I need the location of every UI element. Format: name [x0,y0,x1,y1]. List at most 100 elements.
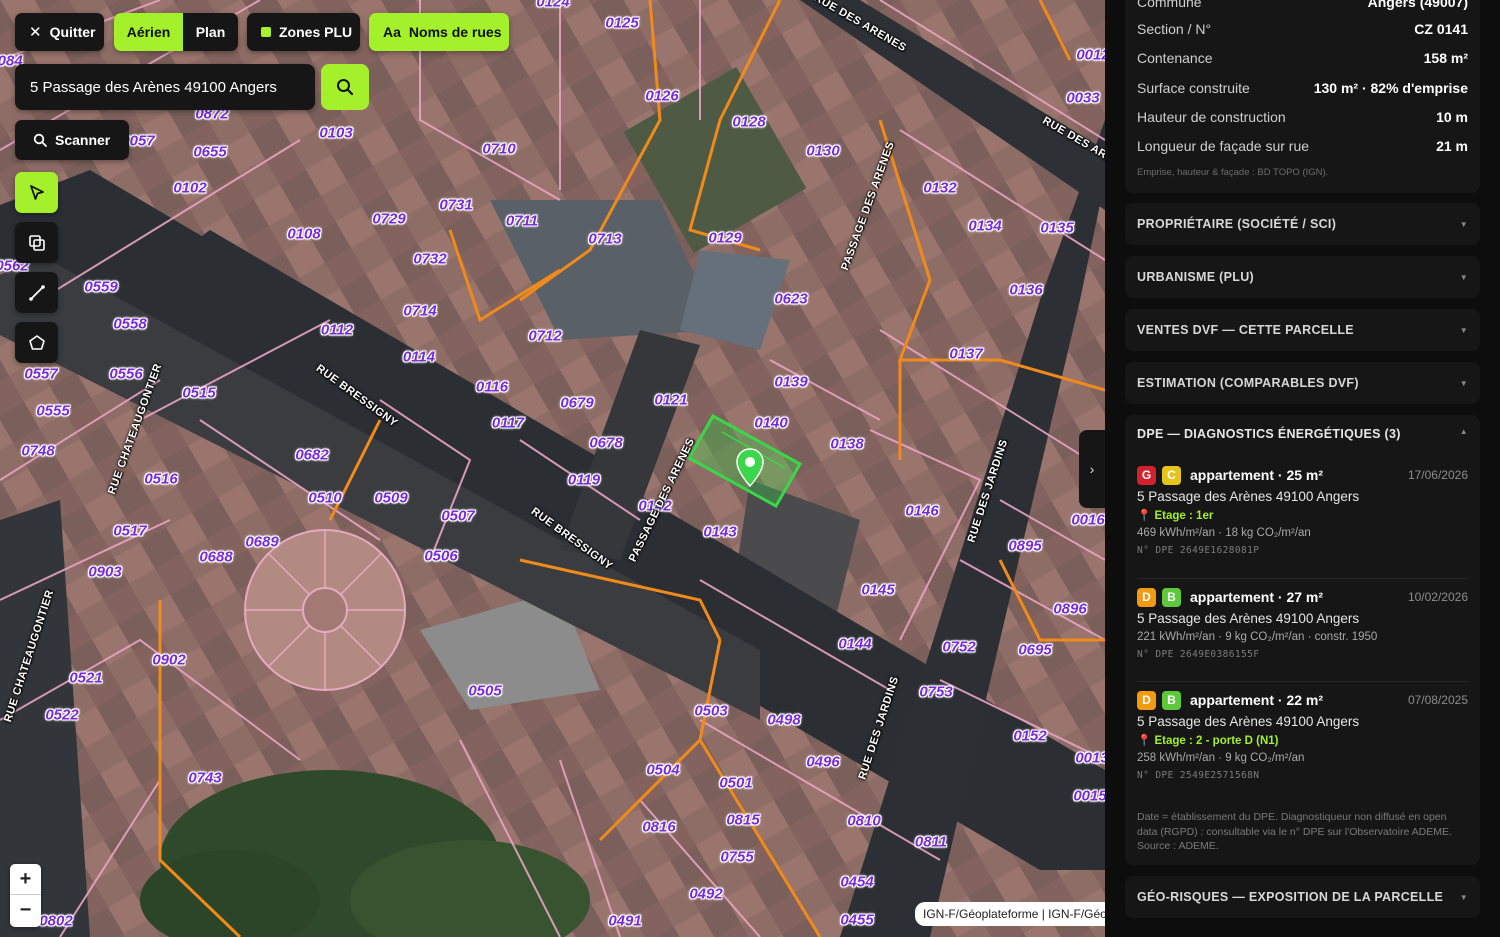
street-names-toggle[interactable]: Aa Noms de rues [369,13,509,51]
close-icon: ✕ [29,24,42,41]
ghg-class-badge: B [1162,690,1181,710]
info-value: 21 m [1436,138,1468,154]
layers-tool-button[interactable] [15,222,58,263]
info-row: Surface construite 130 m² · 82% d'empris… [1137,80,1468,96]
info-row: Contenance 158 m² [1137,50,1468,66]
dpe-entry[interactable]: D B appartement · 27 m² 10/02/2026 5 Pas… [1137,587,1468,660]
info-key: Hauteur de construction [1137,109,1286,125]
info-source-note: Emprise, hauteur & façade : BD TOPO (IGN… [1137,167,1329,178]
polygon-tool-button[interactable] [15,322,58,363]
info-key: Section / N° [1137,21,1212,37]
info-value: Angers (49007) [1367,0,1468,10]
dpe-entry-address: 5 Passage des Arènes 49100 Angers [1137,714,1360,729]
dpe-entry-date: 10/02/2026 [1407,590,1468,604]
section-dvf-sales[interactable]: VENTES DVF — CETTE PARCELLE ▼ [1125,309,1480,351]
ghg-class-badge: C [1162,465,1181,485]
chevron-right-icon: › [1089,461,1095,477]
map-attribution[interactable]: IGN-F/Géoplateforme | IGN-F/Géo [915,902,1105,926]
info-row: Commune Angers (49007) [1137,0,1468,10]
chevron-down-icon: ▼ [1459,219,1468,229]
quit-button[interactable]: ✕ Quitter [15,13,104,51]
chevron-down-icon: ▼ [1459,272,1468,282]
address-search-input[interactable]: 5 Passage des Arènes 49100 Angers [15,64,315,110]
info-row: Longueur de façade sur rue 21 m [1137,138,1468,154]
view-aerial-button[interactable]: Aérien [114,13,183,51]
dpe-entry-number: N° DPE 2549E2571568N [1137,770,1260,781]
divider [1137,578,1468,579]
dpe-entry-floor: 📍 Etage : 2 - porte D (N1) [1137,735,1279,747]
aerial-imagery [0,0,1105,937]
zoom-control: + − [10,864,41,927]
chevron-down-icon: ▼ [1459,325,1468,335]
section-title: GÉO-RISQUES — EXPOSITION DE LA PARCELLE [1137,890,1444,904]
info-value: 130 m² · 82% d'emprise [1313,80,1468,96]
info-key: Commune [1137,0,1202,10]
layers-icon [28,234,45,251]
dpe-entry-title: appartement · 25 m² [1190,467,1324,483]
polygon-icon [28,334,45,350]
section-estimation[interactable]: ESTIMATION (COMPARABLES DVF) ▼ [1125,362,1480,404]
dpe-section: DPE — DIAGNOSTICS ÉNERGÉTIQUES (3) ▲ G C… [1125,415,1480,865]
dpe-entry-floor: 📍 Etage : 1er [1137,510,1214,522]
zones-plu-toggle[interactable]: Zones PLU [247,13,360,51]
info-value: CZ 0141 [1414,21,1468,37]
dpe-entry-consumption: 258 kWh/m²/an · 9 kg CO₂/m²/an [1137,752,1305,764]
section-owner[interactable]: PROPRIÉTAIRE (SOCIÉTÉ / SCI) ▼ [1125,203,1480,245]
scan-button[interactable]: Scanner [15,120,129,160]
scan-label: Scanner [55,132,111,148]
info-value: 158 m² [1423,50,1468,66]
chevron-down-icon: ▼ [1459,378,1468,388]
section-title: ESTIMATION (COMPARABLES DVF) [1137,376,1359,390]
section-title: DPE — DIAGNOSTICS ÉNERGÉTIQUES (3) [1137,427,1401,441]
parcel-info-card: Commune Angers (49007) Section / N° CZ 0… [1125,0,1480,193]
info-value: 10 m [1436,109,1468,125]
cursor-icon [29,184,44,200]
divider [1137,681,1468,682]
view-plan-button[interactable]: Plan [183,13,238,51]
text-icon: Aa [383,24,401,40]
section-title: PROPRIÉTAIRE (SOCIÉTÉ / SCI) [1137,217,1337,231]
search-icon [33,133,47,147]
search-button[interactable] [321,64,369,110]
section-georisques[interactable]: GÉO-RISQUES — EXPOSITION DE LA PARCELLE … [1125,876,1480,918]
section-urbanism[interactable]: URBANISME (PLU) ▼ [1125,256,1480,298]
dpe-source-note: Date = établissement du DPE. Diagnostiqu… [1137,811,1452,852]
dpe-entry[interactable]: G C appartement · 25 m² 17/06/2026 5 Pas… [1137,465,1468,556]
chevron-up-icon: ▲ [1459,427,1468,436]
quit-label: Quitter [49,24,96,40]
measure-line-tool-button[interactable] [15,272,58,313]
dpe-entry-address: 5 Passage des Arènes 49100 Angers [1137,611,1360,626]
dpe-entry-address: 5 Passage des Arènes 49100 Angers [1137,489,1360,504]
search-icon [337,79,354,96]
view-toggle: Aérien Plan [114,13,238,51]
dpe-entry-consumption: 221 kWh/m²/an · 9 kg CO₂/m²/an · constr.… [1137,631,1378,643]
section-title: VENTES DVF — CETTE PARCELLE [1137,323,1354,337]
zoom-in-button[interactable]: + [10,864,41,895]
location-pin-icon[interactable] [735,448,765,488]
dpe-entry-consumption: 469 kWh/m²/an · 18 kg CO₂/m²/an [1137,527,1311,539]
street-names-label: Noms de rues [408,24,502,40]
dpe-entry[interactable]: D B appartement · 22 m² 07/08/2025 5 Pas… [1137,690,1468,781]
dpe-entry-date: 07/08/2025 [1407,693,1468,707]
zones-plu-label: Zones PLU [279,24,353,40]
info-key: Contenance [1137,50,1213,66]
line-icon [28,284,45,301]
info-row: Hauteur de construction 10 m [1137,109,1468,125]
select-tool-button[interactable] [15,172,58,213]
energy-class-badge: D [1137,690,1156,710]
parcel-details-panel: Commune Angers (49007) Section / N° CZ 0… [1105,0,1500,937]
map-view[interactable]: 0125 0124 0126 0128 0130 0033 0084 0872 … [0,0,1105,937]
zoom-out-button[interactable]: − [10,895,41,926]
dpe-entry-date: 17/06/2026 [1407,468,1468,482]
info-key: Surface construite [1137,80,1250,96]
dpe-section-header[interactable]: DPE — DIAGNOSTICS ÉNERGÉTIQUES (3) ▲ [1137,427,1468,441]
energy-class-badge: D [1137,587,1156,607]
section-title: URBANISME (PLU) [1137,270,1254,284]
dpe-entry-number: N° DPE 2649E0386155F [1137,649,1260,660]
checkbox-icon [261,27,271,37]
ghg-class-badge: B [1162,587,1181,607]
panel-collapse-button[interactable]: › [1079,430,1105,508]
info-row: Section / N° CZ 0141 [1137,21,1468,37]
chevron-down-icon: ▼ [1459,892,1468,902]
dpe-entry-title: appartement · 22 m² [1190,692,1324,708]
